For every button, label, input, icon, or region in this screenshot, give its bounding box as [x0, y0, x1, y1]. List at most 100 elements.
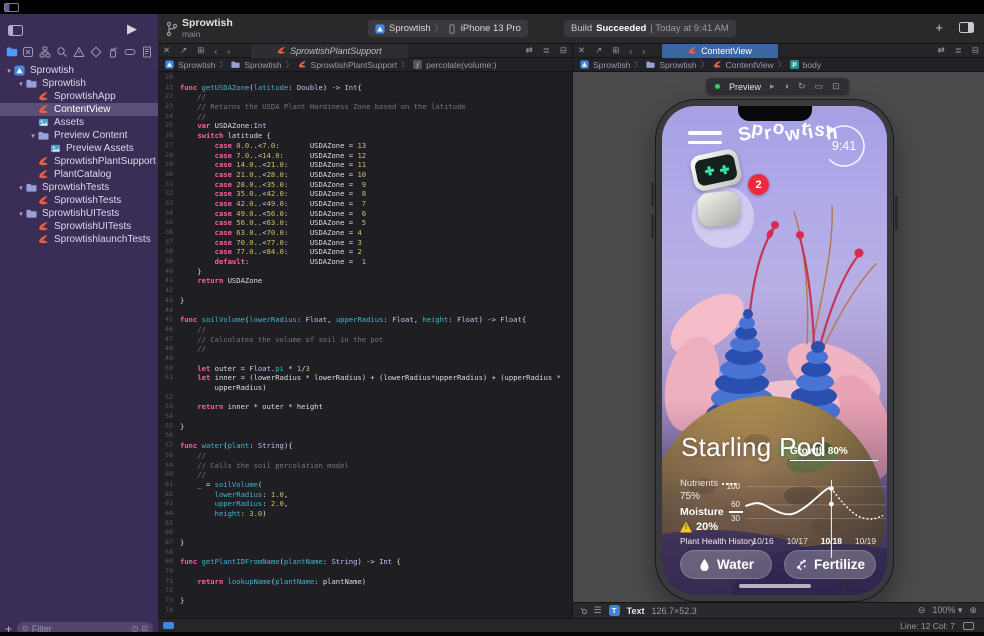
folder-icon: [646, 60, 655, 69]
live-preview-icon[interactable]: ▸: [770, 82, 775, 91]
sidebar-item-label: SprowtishApp: [54, 91, 116, 102]
add-editor-icon[interactable]: ⊟: [967, 45, 984, 56]
line-number: 28: [158, 151, 180, 161]
home-indicator[interactable]: [739, 584, 811, 588]
line-number: 69: [158, 557, 180, 567]
breadcrumb-sprowtish[interactable]: Sprowtish: [231, 60, 281, 70]
line-number: 52: [158, 393, 180, 403]
orientation-icon[interactable]: ↻: [798, 82, 806, 91]
sidebar-item-preview-assets[interactable]: Preview Assets: [0, 142, 158, 155]
swap-file-icon[interactable]: ⇄: [521, 45, 538, 56]
device-bezel-icon[interactable]: [963, 622, 974, 630]
duplicate-preview-icon[interactable]: ⊡: [832, 82, 840, 91]
code-line: 33 case 42.0..<49.0: USDAZone = 7: [158, 199, 572, 209]
project-navigator-icon[interactable]: [5, 46, 18, 58]
code-line: 48 //: [158, 344, 572, 354]
breadcrumb-sprowtish[interactable]: Sprowtish: [580, 60, 630, 70]
reports-navigator-icon[interactable]: [140, 46, 153, 58]
sidebar-item-sprowtish[interactable]: ▾Sprowtish: [0, 64, 158, 77]
code-line: 21func getUSDAZone(latitude: Double) -> …: [158, 83, 572, 93]
toolbar: Sprowtish main Sprowtish 〉 iPhone 13 Pro…: [158, 14, 984, 44]
sidebar-item-sprowtish[interactable]: ▾Sprowtish: [0, 77, 158, 90]
pin-icon[interactable]: ⚲: [577, 604, 589, 616]
sidebar-item-sprowtishplantsupport[interactable]: SprowtishPlantSupport: [0, 155, 158, 168]
issues-navigator-icon[interactable]: [73, 46, 86, 58]
fertilize-button[interactable]: Fertilize: [784, 550, 876, 579]
tests-navigator-icon[interactable]: [89, 46, 102, 58]
power-button: [895, 196, 898, 230]
forward-icon[interactable]: ›: [222, 46, 235, 56]
code-line: 23 // Returns the USDA Plant Hardiness Z…: [158, 102, 572, 112]
breadcrumb-sprowtish[interactable]: Sprowtish: [165, 60, 215, 70]
sidebar-item-plantcatalog[interactable]: PlantCatalog: [0, 168, 158, 181]
notification-badge[interactable]: 2: [748, 174, 769, 195]
scheme-selector[interactable]: Sprowtish 〉 iPhone 13 Pro: [368, 20, 528, 37]
grid-view-icon[interactable]: ⊞: [192, 45, 209, 56]
close-split-icon[interactable]: ✕: [158, 45, 175, 56]
code-line: 68: [158, 548, 572, 558]
color-variants-icon[interactable]: ◑: [784, 82, 789, 91]
zoom-in-icon[interactable]: ⊕: [969, 605, 977, 616]
forward-icon[interactable]: ›: [637, 46, 650, 56]
grid-view-icon[interactable]: ⊞: [607, 45, 624, 56]
zoom-out-icon[interactable]: ⊖: [918, 605, 926, 616]
source-control-navigator-icon[interactable]: [22, 46, 35, 58]
sidebar-item-preview-content[interactable]: ▾Preview Content: [0, 129, 158, 142]
line-number: 62: [158, 490, 180, 500]
sidebar-item-sprowtishapp[interactable]: SprowtishApp: [0, 90, 158, 103]
line-number: 66: [158, 528, 180, 538]
selection-inspector-icon[interactable]: ☰: [594, 605, 602, 616]
swap-file-icon[interactable]: ⇄: [933, 45, 950, 56]
zoom-level[interactable]: 100% ▾: [932, 605, 962, 616]
line-number: 54: [158, 412, 180, 422]
robot-avatar[interactable]: [684, 148, 764, 248]
sidebar-item-sprowtishuitests[interactable]: SprowtishUITests: [0, 220, 158, 233]
back-icon[interactable]: ‹: [209, 46, 222, 56]
breakpoint-indicator[interactable]: [163, 622, 174, 629]
disclosure-chevron-icon[interactable]: ▾: [16, 210, 26, 218]
minimap-icon[interactable]: ≣: [950, 45, 967, 56]
water-button[interactable]: Water: [680, 550, 772, 579]
debug-navigator-icon[interactable]: [106, 46, 119, 58]
add-editor-icon[interactable]: ⊟: [555, 45, 572, 56]
line-number: 60: [158, 470, 180, 480]
sidebar-item-sprowtishtests[interactable]: ▾SprowtishTests: [0, 181, 158, 194]
inspector-toggle-icon[interactable]: [959, 22, 974, 33]
disclosure-chevron-icon[interactable]: ▾: [16, 184, 26, 192]
breadcrumb-body[interactable]: Pbody: [790, 60, 821, 70]
tab-sprowtishplantsupport[interactable]: SprowtishPlantSupport: [251, 44, 408, 58]
breadcrumb-sprowtishplantsupport[interactable]: SprowtishPlantSupport: [298, 60, 397, 70]
volume-up-button: [651, 182, 654, 206]
breakpoints-navigator-icon[interactable]: [123, 46, 136, 58]
source-control-summary[interactable]: Sprowtish main: [166, 18, 233, 39]
breadcrumb-percolate-volume-[interactable]: fpercolate(volume:): [413, 60, 496, 70]
library-add-button[interactable]: +: [935, 20, 943, 35]
sidebar-item-contentview[interactable]: ContentView: [0, 103, 158, 116]
source-editor[interactable]: 2021func getUSDAZone(latitude: Double) -…: [158, 72, 572, 618]
app-screen[interactable]: Sprowtish 9:41 2 Starling P: [662, 106, 887, 595]
disclosure-chevron-icon[interactable]: ▾: [4, 67, 14, 75]
sidebar-item-sprowtishuitests[interactable]: ▾SprowtishUITests: [0, 207, 158, 220]
run-button[interactable]: ▶: [127, 21, 137, 37]
line-number: 20: [158, 73, 180, 83]
sidebar-item-assets[interactable]: Assets: [0, 116, 158, 129]
find-navigator-icon[interactable]: [56, 46, 69, 58]
focus-editor-icon[interactable]: ↗: [175, 45, 192, 56]
device-settings-icon[interactable]: ▭: [815, 82, 824, 91]
minimap-icon[interactable]: ≣: [538, 45, 555, 56]
close-split-icon[interactable]: ✕: [573, 45, 590, 56]
breadcrumb-contentview[interactable]: ContentView: [713, 60, 774, 70]
tab-contentview[interactable]: ContentView: [662, 44, 778, 58]
back-icon[interactable]: ‹: [624, 46, 637, 56]
sidebar-toggle-icon[interactable]: [8, 25, 23, 36]
breadcrumb-sprowtish[interactable]: Sprowtish: [646, 60, 696, 70]
symbols-navigator-icon[interactable]: [39, 46, 52, 58]
sidebar-item-sprowtishtests[interactable]: SprowtishTests: [0, 194, 158, 207]
disclosure-chevron-icon[interactable]: ▾: [28, 132, 38, 140]
fertilizer-sparkle-icon: [795, 558, 808, 571]
focus-editor-icon[interactable]: ↗: [590, 45, 607, 56]
sidebar-item-sprowtishlaunchtests[interactable]: SprowtishlaunchTests: [0, 233, 158, 246]
fertilize-button-label: Fertilize: [814, 557, 865, 572]
activity-view[interactable]: Build Succeeded | Today at 9:41 AM: [564, 20, 736, 37]
disclosure-chevron-icon[interactable]: ▾: [16, 80, 26, 88]
